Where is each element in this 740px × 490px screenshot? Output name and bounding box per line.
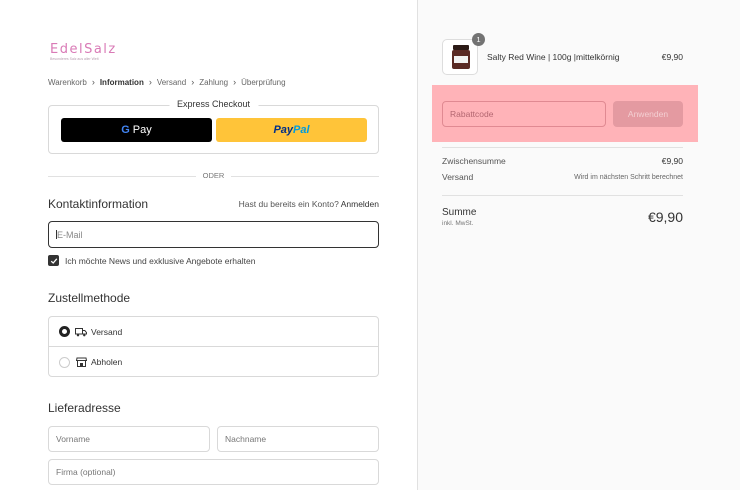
breadcrumb: Warenkorb › Information › Versand › Zahl… xyxy=(48,77,286,87)
express-checkout-box: Express Checkout G Pay Pay Pal xyxy=(48,99,379,154)
delivery-method-box: Versand Abholen xyxy=(48,316,379,377)
summary-divider xyxy=(442,147,683,148)
chevron-right-icon: › xyxy=(233,77,237,87)
express-checkout-title: Express Checkout xyxy=(168,99,259,109)
breadcrumb-cart[interactable]: Warenkorb xyxy=(48,78,87,87)
quantity-badge: 1 xyxy=(472,33,485,46)
subtotal-row: Zwischensumme €9,90 xyxy=(442,156,683,166)
newsletter-checkbox[interactable] xyxy=(48,255,59,266)
chevron-right-icon: › xyxy=(148,77,152,87)
google-icon: G xyxy=(121,124,130,136)
checkout-form-panel: EdelSalz Besonderes Salz aus aller Welt … xyxy=(0,0,417,490)
company-placeholder: Firma (optional) xyxy=(56,467,116,477)
shipping-row: Versand Wird im nächsten Schritt berechn… xyxy=(442,172,683,182)
last-name-placeholder: Nachname xyxy=(225,434,267,444)
login-link[interactable]: Anmelden xyxy=(341,199,379,209)
email-placeholder: E-Mail xyxy=(57,229,83,240)
delivery-option-shipping[interactable]: Versand xyxy=(49,317,378,347)
subtotal-label: Zwischensumme xyxy=(442,156,506,166)
tax-note: inkl. MwSt. xyxy=(442,220,474,227)
contact-heading: Kontaktinformation xyxy=(48,197,149,211)
truck-icon xyxy=(75,327,87,337)
first-name-placeholder: Vorname xyxy=(56,434,91,444)
or-divider: ODER xyxy=(48,171,379,181)
checkmark-icon xyxy=(50,257,57,264)
radio-pickup[interactable] xyxy=(59,356,70,368)
store-icon xyxy=(75,357,87,367)
total-label: Summe xyxy=(442,207,477,218)
salt-jar-image xyxy=(452,45,470,69)
first-name-input[interactable]: Vorname xyxy=(48,426,210,452)
shipping-label: Versand xyxy=(442,172,474,182)
divider-line xyxy=(231,176,379,177)
discount-placeholder: Rabattcode xyxy=(450,109,494,119)
radio-shipping[interactable] xyxy=(59,326,70,337)
login-hint: Hast du bereits ein Konto? Anmelden xyxy=(239,199,379,209)
email-input[interactable]: E-Mail xyxy=(48,221,379,248)
subtotal-value: €9,90 xyxy=(661,156,683,166)
account-prompt: Hast du bereits ein Konto? xyxy=(238,199,339,209)
breadcrumb-information: Information xyxy=(99,77,144,87)
breadcrumb-review: Überprüfung xyxy=(241,77,286,87)
brand-tagline: Besonderes Salz aus aller Welt xyxy=(50,57,99,61)
total-value: €9,90 xyxy=(647,209,683,225)
delivery-option-pickup[interactable]: Abholen xyxy=(49,347,378,377)
google-pay-button[interactable]: G Pay xyxy=(61,118,212,142)
delivery-option-label: Abholen xyxy=(91,357,123,367)
discount-code-input[interactable]: Rabattcode xyxy=(442,101,606,127)
brand-name: EdelSalz xyxy=(50,42,117,57)
delivery-option-label: Versand xyxy=(91,326,123,337)
product-price: €9,90 xyxy=(661,52,683,62)
paypal-label-pay: Pay xyxy=(273,124,294,136)
newsletter-label: Ich möchte News und exklusive Angebote e… xyxy=(65,255,256,266)
summary-divider xyxy=(442,195,683,196)
chevron-right-icon: › xyxy=(191,77,195,87)
company-input[interactable]: Firma (optional) xyxy=(48,459,379,485)
paypal-button[interactable]: Pay Pal xyxy=(216,118,367,142)
shipping-value: Wird im nächsten Schritt berechnet xyxy=(574,173,683,181)
chevron-right-icon: › xyxy=(91,77,95,87)
breadcrumb-payment: Zahlung xyxy=(199,77,229,87)
delivery-heading: Zustellmethode xyxy=(48,291,131,305)
breadcrumb-shipping: Versand xyxy=(156,77,187,87)
apply-discount-button[interactable]: Anwenden xyxy=(613,101,683,127)
divider-line xyxy=(48,176,196,177)
discount-code-section: Rabattcode Anwenden xyxy=(432,85,698,142)
address-heading: Lieferadresse xyxy=(48,401,121,415)
or-text: ODER xyxy=(202,171,225,180)
product-name: Salty Red Wine | 100g |mittelkörnig xyxy=(487,52,620,62)
newsletter-option[interactable]: Ich möchte News und exklusive Angebote e… xyxy=(48,255,255,266)
product-thumbnail xyxy=(442,39,478,75)
paypal-label-pal: Pal xyxy=(293,124,310,136)
last-name-input[interactable]: Nachname xyxy=(217,426,379,452)
google-pay-label: Pay xyxy=(132,124,152,136)
brand-logo[interactable]: EdelSalz Besonderes Salz aus aller Welt xyxy=(50,42,117,61)
